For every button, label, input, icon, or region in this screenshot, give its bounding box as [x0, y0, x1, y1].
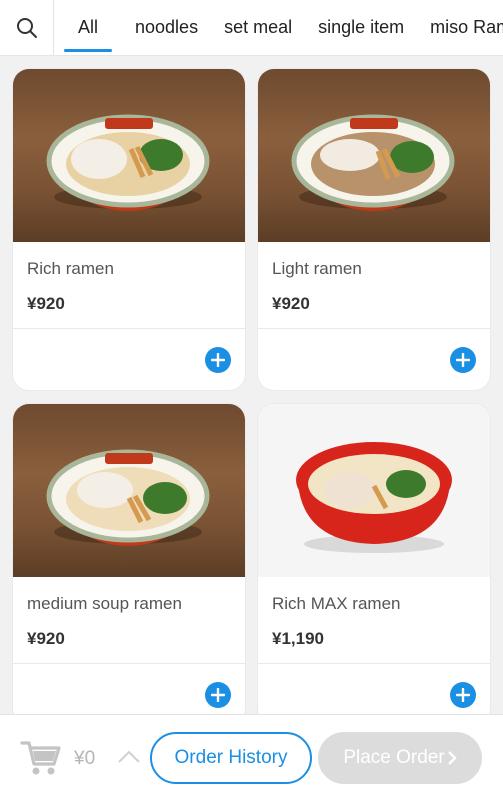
card-divider — [258, 663, 490, 664]
product-photo — [258, 404, 490, 577]
plus-icon — [456, 688, 470, 702]
product-name: medium soup ramen — [27, 594, 182, 613]
product-name: Rich ramen — [27, 259, 114, 278]
add-to-cart-button[interactable] — [450, 347, 476, 373]
add-to-cart-button[interactable] — [205, 347, 231, 373]
product-card[interactable]: Rich ramen ¥920 — [13, 69, 245, 390]
category-bar: All noodles set meal single item miso Ra… — [0, 0, 503, 56]
cart-total: ¥0 — [74, 748, 96, 769]
tab-noodles[interactable]: noodles — [122, 0, 211, 55]
tab-set-meal[interactable]: set meal — [211, 0, 305, 55]
product-name: Rich MAX ramen — [272, 594, 401, 613]
chevron-up-icon[interactable] — [117, 748, 141, 764]
search-icon — [16, 17, 37, 38]
product-name: Light ramen — [272, 259, 362, 278]
plus-icon — [456, 353, 470, 367]
order-bar: ¥0 Order History Place Order — [0, 714, 503, 800]
product-card[interactable]: Light ramen ¥920 — [258, 69, 490, 390]
add-to-cart-button[interactable] — [450, 682, 476, 708]
product-card[interactable]: Rich MAX ramen ¥1,190 — [258, 404, 490, 724]
category-tabs: All noodles set meal single item miso Ra… — [54, 0, 503, 55]
tab-miso-ramen[interactable]: miso Ramen — [417, 0, 503, 55]
place-order-button[interactable]: Place Order — [318, 732, 482, 784]
product-price: ¥920 — [272, 294, 310, 313]
tab-all[interactable]: All — [54, 0, 122, 55]
product-photo — [258, 69, 490, 242]
plus-icon — [211, 353, 225, 367]
place-order-label: Place Order — [343, 747, 445, 768]
rich-max-ramen-bowl-image — [296, 442, 452, 553]
rich-ramen-bowl-image — [46, 114, 210, 211]
card-divider — [13, 663, 245, 664]
product-photo — [13, 404, 245, 577]
product-photo — [13, 69, 245, 242]
light-ramen-bowl-image — [291, 114, 455, 211]
plus-icon — [211, 688, 225, 702]
search-button[interactable] — [0, 0, 54, 55]
cart-icon[interactable] — [20, 739, 62, 777]
product-price: ¥920 — [27, 629, 65, 648]
add-to-cart-button[interactable] — [205, 682, 231, 708]
product-grid: Rich ramen ¥920 Light ramen ¥920 medium … — [13, 69, 490, 724]
order-history-button[interactable]: Order History — [150, 732, 312, 784]
card-divider — [13, 328, 245, 329]
card-divider — [258, 328, 490, 329]
product-price: ¥920 — [27, 294, 65, 313]
medium-soup-ramen-bowl-image — [46, 449, 210, 546]
chevron-right-icon — [447, 751, 457, 765]
product-card[interactable]: medium soup ramen ¥920 — [13, 404, 245, 724]
product-price: ¥1,190 — [272, 629, 324, 648]
tab-single-item[interactable]: single item — [305, 0, 417, 55]
